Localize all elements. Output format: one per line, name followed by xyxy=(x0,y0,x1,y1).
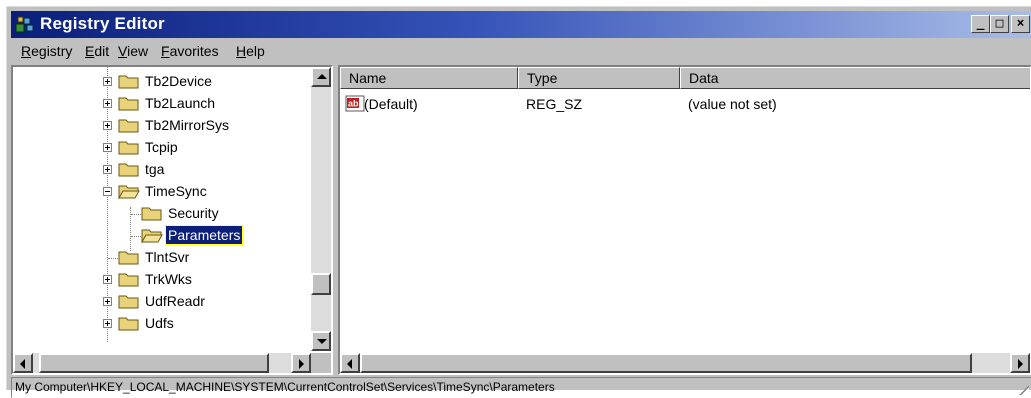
tree-item-tcpip[interactable]: Tcpip xyxy=(13,137,311,159)
tree-connector xyxy=(131,236,141,237)
svg-text:ab: ab xyxy=(348,99,359,109)
tree-connector xyxy=(108,258,118,259)
folder-icon xyxy=(118,273,139,287)
menu-view[interactable]: View xyxy=(118,43,148,59)
maximize-icon: □ xyxy=(995,16,1004,31)
values-horizontal-scrollbar[interactable] xyxy=(340,353,1030,373)
folder-icon xyxy=(118,97,139,111)
folder-icon xyxy=(141,207,162,221)
menu-bar: Registry Edit View Favorites Help xyxy=(11,40,1031,62)
column-header-type[interactable]: Type xyxy=(518,67,680,89)
window-title: Registry Editor xyxy=(40,14,165,33)
tree-item-timesync[interactable]: TimeSync xyxy=(13,181,311,203)
scroll-right-button[interactable] xyxy=(291,353,311,373)
tree-connector xyxy=(131,214,141,215)
tree-item-security[interactable]: Security xyxy=(13,203,311,225)
selected-key-label: Parameters xyxy=(164,225,244,245)
close-icon: × xyxy=(1016,16,1025,31)
folder-icon xyxy=(118,119,139,133)
expand-icon[interactable] xyxy=(103,319,112,328)
status-bar: My Computer\HKEY_LOCAL_MACHINE\SYSTEM\Cu… xyxy=(11,377,1031,398)
folder-icon xyxy=(118,295,139,309)
arrow-up-icon xyxy=(317,74,327,79)
scroll-thumb[interactable] xyxy=(39,353,269,373)
arrow-left-icon xyxy=(20,359,25,369)
menu-edit[interactable]: Edit xyxy=(85,43,109,59)
tree-item-udfs[interactable]: Udfs xyxy=(13,313,311,335)
folder-icon xyxy=(118,75,139,89)
scroll-up-button[interactable] xyxy=(311,67,331,87)
minimize-icon: _ xyxy=(976,16,985,31)
scroll-left-button[interactable] xyxy=(340,353,360,373)
registry-editor-app-icon xyxy=(15,16,34,33)
value-name: (Default) xyxy=(364,96,418,112)
title-bar[interactable]: Registry Editor _ □ × xyxy=(11,11,1031,38)
expand-icon[interactable] xyxy=(103,297,112,306)
open-folder-icon xyxy=(118,185,140,199)
value-data: (value not set) xyxy=(688,96,777,112)
string-value-icon: ab xyxy=(345,95,365,112)
expand-icon[interactable] xyxy=(103,121,112,130)
maximize-button[interactable]: □ xyxy=(990,15,1009,33)
scroll-left-button[interactable] xyxy=(13,353,33,373)
menu-help[interactable]: Help xyxy=(236,43,265,59)
resize-grip-icon[interactable] xyxy=(1017,383,1029,395)
menu-favorites[interactable]: Favorites xyxy=(161,43,219,59)
tree-vertical-scrollbar[interactable] xyxy=(311,67,331,351)
current-key-path: My Computer\HKEY_LOCAL_MACHINE\SYSTEM\Cu… xyxy=(15,380,555,394)
arrow-left-icon xyxy=(347,359,352,369)
tree-horizontal-scrollbar[interactable] xyxy=(13,353,311,373)
scroll-thumb[interactable] xyxy=(311,273,331,295)
tree-item-udfreadr[interactable]: UdfReadr xyxy=(13,291,311,313)
tree-item-tga[interactable]: tga xyxy=(13,159,311,181)
scroll-down-button[interactable] xyxy=(311,331,331,351)
open-folder-icon xyxy=(141,229,163,243)
scroll-right-button[interactable] xyxy=(1010,353,1030,373)
column-header-name[interactable]: Name xyxy=(340,67,518,89)
expand-icon[interactable] xyxy=(103,99,112,108)
tree-item-trkwks[interactable]: TrkWks xyxy=(13,269,311,291)
arrow-right-icon xyxy=(299,359,304,369)
tree-item-parameters[interactable]: Parameters xyxy=(13,225,311,247)
expand-icon[interactable] xyxy=(103,143,112,152)
values-list-pane[interactable]: Name Type Data ab (Default) REG_SZ (valu… xyxy=(338,65,1031,375)
tree-item-tb2mirrorsys[interactable]: Tb2MirrorSys xyxy=(13,115,311,137)
close-button[interactable]: × xyxy=(1011,15,1030,33)
arrow-right-icon xyxy=(1018,359,1023,369)
scrollbar-corner xyxy=(311,353,331,373)
menu-registry[interactable]: Registry xyxy=(21,43,72,59)
folder-icon xyxy=(118,163,139,177)
tree-item-tlntsvr[interactable]: TlntSvr xyxy=(13,247,311,269)
tree-item-tb2launch[interactable]: Tb2Launch xyxy=(13,93,311,115)
value-row-default[interactable]: ab (Default) REG_SZ (value not set) xyxy=(340,93,1030,115)
key-tree-pane[interactable]: Tb2Device Tb2Launch Tb2MirrorSys Tcpip t xyxy=(11,65,333,375)
tree-item-tb2device[interactable]: Tb2Device xyxy=(13,71,311,93)
expand-icon[interactable] xyxy=(103,165,112,174)
value-type: REG_SZ xyxy=(526,96,583,112)
folder-icon xyxy=(118,141,139,155)
scroll-thumb[interactable] xyxy=(360,353,972,373)
minimize-button[interactable]: _ xyxy=(971,15,990,33)
column-header-data[interactable]: Data xyxy=(680,67,1030,89)
arrow-down-icon xyxy=(317,339,327,344)
registry-editor-window: Registry Editor _ □ × Registry Edit View… xyxy=(6,6,1031,398)
collapse-icon[interactable] xyxy=(103,187,112,196)
key-tree: Tb2Device Tb2Launch Tb2MirrorSys Tcpip t xyxy=(13,67,311,351)
expand-icon[interactable] xyxy=(103,275,112,284)
folder-icon xyxy=(118,251,139,265)
folder-icon xyxy=(118,317,139,331)
expand-icon[interactable] xyxy=(103,77,112,86)
